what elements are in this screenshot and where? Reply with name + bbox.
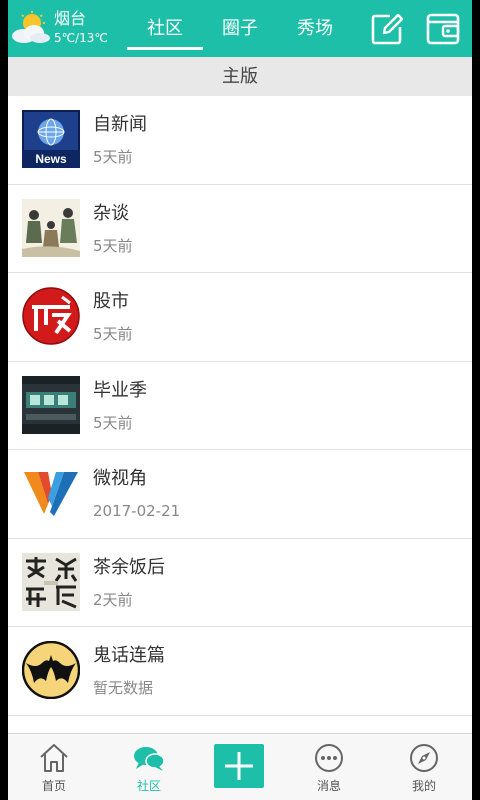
forum-title: 茶余饭后 [93,556,165,578]
forum-title: 毕业季 [93,379,147,401]
chat-bubbles-icon [134,747,165,771]
tab-active-indicator [127,47,203,50]
list-item[interactable]: News 自新闻 5天前 [8,96,472,185]
forum-time: 2天前 [93,590,133,609]
message-icon [315,744,343,772]
forum-title: 自新闻 [93,114,147,135]
v-logo-icon [22,464,80,522]
forum-title: 鬼话连篇 [93,645,165,666]
nav-label: 消息 [316,779,341,793]
nav-community[interactable]: 社区 [109,734,189,800]
forum-title: 股市 [93,291,129,312]
weather-city: 烟台 [54,9,87,28]
nav-label: 社区 [136,779,161,793]
bat-moon-icon [22,641,80,699]
forum-title: 微视角 [93,468,147,489]
nav-home[interactable]: 首页 [14,734,94,800]
wallet-icon[interactable] [426,12,460,46]
calligraphy-icon [22,552,80,611]
nav-messages[interactable]: 消息 [289,734,369,800]
weather-temp: 5℃/13℃ [54,31,108,45]
plus-icon [225,752,253,780]
list-item[interactable]: 鬼话连篇 暂无数据 [8,627,472,716]
forum-time: 5天前 [93,236,133,255]
list-item[interactable]: 微视角 2017-02-21 [8,450,472,539]
stock-badge-icon [22,287,80,345]
list-item[interactable]: 毕业季 5天前 [8,362,472,450]
ink-painting-icon [22,198,80,257]
forum-title: 杂谈 [93,202,129,224]
home-icon [40,744,68,772]
app-frame: 烟台 5℃/13℃ 社区 圈子 秀场 主版 News 自新闻 5天前 杂谈 5天… [8,0,472,800]
forum-time: 2017-02-21 [93,502,181,520]
graduation-poster-icon [22,375,80,434]
tab-show[interactable]: 秀场 [278,16,352,42]
bottom-nav: 首页 社区 消息 我的 [8,733,472,800]
sun-cloud-icon [12,11,50,43]
list-item[interactable]: 杂谈 5天前 [8,185,472,273]
forum-time: 5天前 [93,413,133,432]
nav-me[interactable]: 我的 [384,734,464,800]
tab-community[interactable]: 社区 [128,16,202,42]
tab-circles[interactable]: 圈子 [203,16,277,42]
svg-text:News: News [35,152,67,166]
nav-label: 我的 [411,779,436,793]
forum-time: 5天前 [93,325,133,343]
add-post-button[interactable] [214,744,264,788]
compass-icon [410,744,438,772]
section-title: 主版 [8,57,472,96]
weather-widget[interactable]: 烟台 5℃/13℃ [10,9,120,49]
forum-list: News 自新闻 5天前 杂谈 5天前 股市 5天前 毕业季 5天前 微视角 2… [8,96,472,716]
nav-label: 首页 [41,779,66,793]
list-item[interactable]: 股市 5天前 [8,273,472,362]
list-item[interactable]: 茶余饭后 2天前 [8,539,472,627]
forum-time: 5天前 [93,148,133,166]
edit-icon[interactable] [370,12,404,46]
news-globe-icon: News [22,110,80,168]
top-bar: 烟台 5℃/13℃ 社区 圈子 秀场 [8,0,472,57]
forum-time: 暂无数据 [93,679,154,697]
